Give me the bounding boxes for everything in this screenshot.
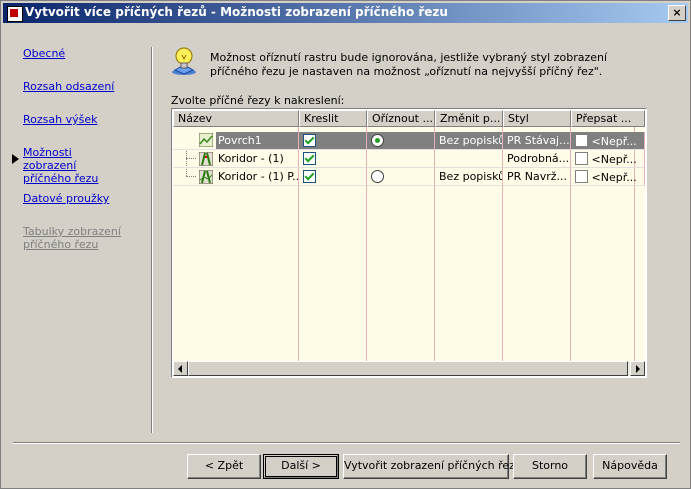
horizontal-scrollbar[interactable]: [173, 361, 645, 376]
row-name: Koridor - (1): [218, 152, 284, 165]
scroll-left-button[interactable]: [173, 361, 188, 376]
column-header-style[interactable]: Styl: [503, 110, 571, 127]
nav-item-elevation-range[interactable]: Rozsah výšek: [23, 113, 133, 126]
help-button[interactable]: Nápověda: [593, 454, 667, 479]
override-checkbox[interactable]: [575, 134, 588, 147]
create-section-views-button[interactable]: Vytvořit zobrazení příčných řezů: [343, 454, 522, 479]
info-message: Možnost oříznutí rastru bude ignorována,…: [210, 51, 608, 78]
column-header-change[interactable]: Změnit p...: [435, 110, 503, 127]
next-button[interactable]: Další >: [263, 454, 339, 479]
title-bar: Vytvořit více příčných řezů - Možnosti z…: [3, 3, 688, 23]
sections-grid[interactable]: Název Kreslit Oříznout ... Změnit p... S…: [171, 108, 647, 378]
style-cell[interactable]: Podrobná...: [503, 150, 571, 168]
horizontal-divider: [13, 442, 680, 444]
override-text: <Nepř...: [591, 171, 637, 184]
style-cell[interactable]: PR Navrž...: [503, 168, 571, 186]
column-header-override[interactable]: Přepsat ...: [571, 110, 645, 127]
corridor-surface-icon: [199, 170, 213, 184]
change-cell[interactable]: [435, 150, 503, 168]
nav-item-offset-range[interactable]: Rozsah odsazení: [23, 80, 133, 93]
scroll-right-button[interactable]: [630, 361, 645, 376]
clip-radio[interactable]: [371, 170, 384, 183]
back-button[interactable]: < Zpět: [187, 454, 261, 479]
corridor-icon: [199, 152, 213, 166]
column-header-name[interactable]: Název: [173, 110, 299, 127]
app-icon: [7, 6, 23, 22]
lightbulb-info-icon: [172, 47, 196, 75]
table-row[interactable]: Povrch1 Bez popisků PR Stávaj... <Nepř..…: [173, 132, 645, 150]
draw-checkbox[interactable]: [303, 170, 316, 183]
column-header-draw[interactable]: Kreslit: [299, 110, 367, 127]
change-cell[interactable]: Bez popisků: [435, 168, 503, 186]
scroll-thumb[interactable]: [188, 361, 628, 376]
draw-checkbox[interactable]: [303, 152, 316, 165]
override-text: <Nepř...: [591, 135, 637, 148]
grid-label: Zvolte příčné řezy k nakreslení:: [171, 94, 345, 107]
nav-item-data-bands[interactable]: Datové proužky: [23, 192, 133, 205]
arrow-right-icon: [636, 365, 640, 373]
row-name: Koridor - (1) P...: [218, 170, 299, 183]
column-header-clip[interactable]: Oříznout ...: [367, 110, 435, 127]
nav-item-general[interactable]: Obecné: [23, 47, 133, 60]
nav-item-section-view-options[interactable]: Možnosti zobrazení příčného řezu: [23, 146, 123, 185]
close-button[interactable]: ×: [668, 5, 686, 21]
row-name: Povrch1: [216, 132, 298, 149]
change-cell[interactable]: Bez popisků: [435, 132, 503, 150]
override-text: <Nepř...: [591, 153, 637, 166]
surface-icon: [199, 133, 213, 147]
window-title: Vytvořit více příčných řezů - Možnosti z…: [25, 5, 448, 19]
clip-radio[interactable]: [371, 134, 384, 147]
nav-item-section-view-tables: Tabulky zobrazení příčného řezu: [23, 225, 121, 251]
override-checkbox[interactable]: [575, 152, 588, 165]
style-cell[interactable]: PR Stávaj...: [503, 132, 571, 150]
current-page-arrow-icon: [12, 154, 19, 164]
arrow-left-icon: [178, 365, 182, 373]
table-row[interactable]: Koridor - (1) Podrobná... <Nepř...: [173, 150, 645, 168]
cancel-button[interactable]: Storno: [513, 454, 587, 479]
draw-checkbox[interactable]: [303, 134, 316, 147]
override-checkbox[interactable]: [575, 170, 588, 183]
table-row[interactable]: Koridor - (1) P... Bez popisků PR Navrž.…: [173, 168, 645, 186]
vertical-divider: [151, 47, 153, 433]
dialog-window: Vytvořit více příčných řezů - Možnosti z…: [0, 0, 691, 489]
